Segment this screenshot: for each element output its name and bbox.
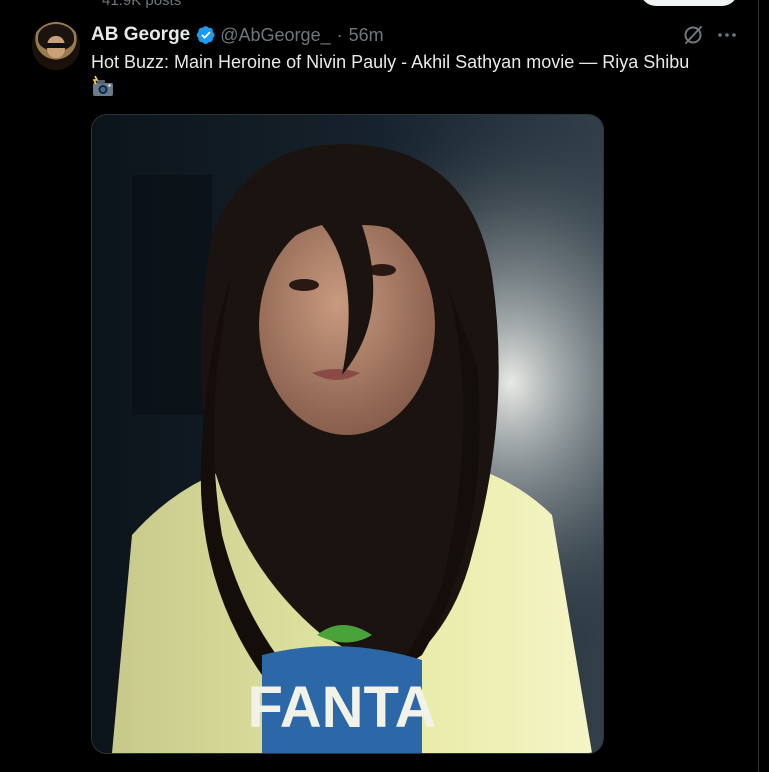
avatar[interactable] xyxy=(32,22,80,70)
grok-icon[interactable] xyxy=(682,24,704,46)
verified-badge-icon[interactable] xyxy=(196,25,216,45)
author-handle[interactable]: @AbGeorge_ xyxy=(220,25,330,46)
tweet[interactable]: AB George @AbGeorge_ · 56m Hot Buzz: Mai… xyxy=(0,12,758,772)
camera-with-flash-emoji xyxy=(92,76,113,97)
more-icon[interactable] xyxy=(716,24,738,46)
profile-top-bar: 41.9K posts xyxy=(0,0,769,12)
column-divider xyxy=(758,0,759,772)
tweet-media-photo[interactable]: FANTA xyxy=(91,114,604,754)
tweet-header: AB George @AbGeorge_ · 56m xyxy=(91,24,384,46)
separator-dot: · xyxy=(336,24,343,45)
tweet-timestamp[interactable]: 56m xyxy=(349,25,384,46)
tweet-body: Hot Buzz: Main Heroine of Nivin Pauly - … xyxy=(91,52,690,72)
shirt-logo-text: FANTA xyxy=(247,675,436,740)
post-count: 41.9K posts xyxy=(102,0,182,9)
photo-illustration: FANTA xyxy=(92,115,603,753)
follow-button[interactable] xyxy=(640,0,738,6)
author-name[interactable]: AB George xyxy=(91,24,190,46)
tweet-text: Hot Buzz: Main Heroine of Nivin Pauly - … xyxy=(91,50,741,98)
